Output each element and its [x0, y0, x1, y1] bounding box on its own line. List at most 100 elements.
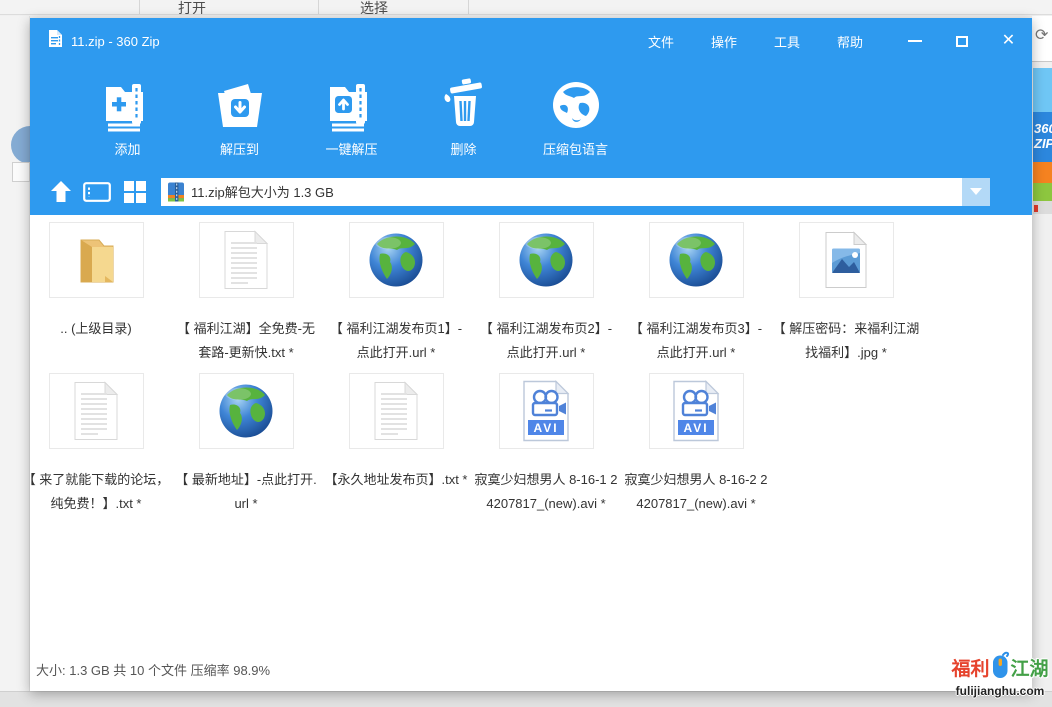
file-item[interactable]: 【 福利江湖发布页3】- 点此打开.url * — [621, 222, 771, 373]
jpg-file-icon[interactable] — [799, 222, 894, 298]
status-bar: 大小: 1.3 GB 共 10 个文件 压缩率 98.9% — [30, 650, 1032, 691]
close-button[interactable]: ✕ — [985, 18, 1032, 64]
tool-label: 添加 — [114, 139, 140, 158]
file-name: 寂寞少妇想男人 8-16-1 24207817_(new).avi * — [471, 468, 621, 516]
360zip-logo-base — [1033, 201, 1052, 214]
file-name: 【 福利江湖发布页1】- 点此打开.url * — [321, 317, 471, 365]
url-file-icon[interactable] — [499, 222, 594, 298]
address-input[interactable] — [161, 178, 962, 206]
archive-language-icon — [549, 74, 603, 136]
folder-file-icon[interactable] — [49, 222, 144, 298]
red-mark — [1034, 205, 1038, 212]
file-name: 【 来了就能下载的论坛，纯免费！】.txt * — [30, 468, 171, 516]
background-right-panel: ⟳ 360 ZIP — [1032, 16, 1052, 692]
maximize-button[interactable] — [938, 18, 985, 64]
background-left-panel — [0, 16, 30, 692]
menu-help[interactable]: 帮助 — [837, 32, 863, 51]
tool-label: 解压到 — [220, 139, 259, 158]
one-click-extract-button[interactable]: 一键解压 — [304, 64, 399, 168]
add-button[interactable]: 添加 — [80, 64, 175, 168]
file-item[interactable]: 【 解压密码：来福利江湖找福利】.jpg * — [771, 222, 921, 373]
background-button-fragment — [12, 162, 30, 182]
watermark-domain: fulijianghu.com — [950, 684, 1050, 698]
status-text: 大小: 1.3 GB 共 10 个文件 压缩率 98.9% — [30, 650, 1032, 679]
extract-to-icon — [212, 74, 268, 136]
file-name: 【永久地址发布页】.txt * — [321, 468, 471, 492]
menu-bar: 文件 操作 工具 帮助 — [648, 18, 863, 64]
panel-view-button[interactable] — [80, 182, 114, 202]
360zip-logo-line1: 360 — [1034, 121, 1052, 136]
refresh-icon[interactable]: ⟳ — [1032, 16, 1052, 62]
360zip-logo-orange-stripe — [1033, 162, 1052, 183]
file-item[interactable]: AVI 寂寞少妇想男人 8-16-1 24207817_(new).avi * — [471, 373, 621, 524]
chevron-down-icon — [970, 188, 982, 195]
avi-file-icon[interactable]: AVI — [499, 373, 594, 449]
url-file-icon[interactable] — [649, 222, 744, 298]
divider — [139, 0, 140, 15]
address-dropdown-button[interactable] — [962, 178, 990, 206]
delete-button[interactable]: 删除 — [416, 64, 511, 168]
svg-text:AVI: AVI — [683, 421, 708, 435]
tool-label: 一键解压 — [325, 139, 377, 158]
zip-file-icon — [166, 182, 186, 202]
360zip-logo-green-stripe — [1033, 183, 1052, 201]
menu-tools[interactable]: 工具 — [774, 32, 800, 51]
avi-file-icon[interactable]: AVI — [649, 373, 744, 449]
fulijianghu-watermark: 福利 江湖 fulijianghu.com — [950, 650, 1050, 698]
360zip-logo-line2: ZIP — [1034, 136, 1052, 151]
file-item[interactable]: .. (上级目录) — [30, 222, 171, 373]
window-title: 11.zip - 360 Zip — [71, 34, 160, 49]
file-item[interactable]: 【 福利江湖】全免费-无套路-更新快.txt * — [171, 222, 321, 373]
file-item[interactable]: 【 福利江湖发布页1】- 点此打开.url * — [321, 222, 471, 373]
file-name: 【 解压密码：来福利江湖找福利】.jpg * — [771, 317, 921, 365]
zip-document-icon — [48, 29, 63, 53]
tool-label: 压缩包语言 — [543, 139, 608, 158]
svg-text:AVI: AVI — [533, 421, 558, 435]
txt-file-icon[interactable] — [349, 373, 444, 449]
menu-operate[interactable]: 操作 — [711, 32, 737, 51]
menu-file[interactable]: 文件 — [648, 32, 674, 51]
background-toolbar: 打开 选择 — [0, 0, 1052, 15]
up-directory-button[interactable] — [48, 181, 74, 202]
file-item[interactable]: AVI寂寞少妇想男人 8-16-2 24207817_(new).avi * — [621, 373, 771, 524]
360zip-window: 11.zip - 360 Zip 文件 操作 工具 帮助 ✕ — [30, 18, 1032, 691]
watermark-text-green: 江湖 — [1011, 654, 1049, 681]
file-name: .. (上级目录) — [30, 317, 171, 341]
file-list-area: .. (上级目录)【 福利江湖】全免费-无套路-更新快.txt *【 福利江湖发… — [30, 215, 1032, 650]
background-tab-select[interactable]: 选择 — [360, 0, 388, 15]
extract-to-button[interactable]: 解压到 — [192, 64, 287, 168]
360zip-logo-top — [1033, 68, 1052, 112]
file-item[interactable]: 【永久地址发布页】.txt * — [321, 373, 471, 524]
background-bottom-strip — [0, 691, 1052, 707]
screen: 打开 选择 ⟳ 360 ZIP — [0, 0, 1052, 707]
delete-icon — [437, 74, 491, 136]
window-controls: ✕ — [891, 18, 1032, 64]
divider — [318, 0, 319, 15]
background-tab-open[interactable]: 打开 — [178, 0, 206, 15]
title-bar: 11.zip - 360 Zip 文件 操作 工具 帮助 ✕ — [30, 18, 1032, 64]
url-file-icon[interactable] — [199, 373, 294, 449]
file-item[interactable]: 【 最新地址】-点此打开.url * — [171, 373, 321, 524]
360zip-logo-text: 360 ZIP — [1033, 112, 1052, 162]
minimize-button[interactable] — [891, 18, 938, 64]
url-file-icon[interactable] — [349, 222, 444, 298]
file-grid: .. (上级目录)【 福利江湖】全免费-无套路-更新快.txt *【 福利江湖发… — [30, 215, 1032, 524]
archive-language-button[interactable]: 压缩包语言 — [528, 64, 623, 168]
tool-label: 删除 — [450, 139, 476, 158]
file-item[interactable]: 【 福利江湖发布页2】- 点此打开.url * — [471, 222, 621, 373]
file-name: 【 最新地址】-点此打开.url * — [171, 468, 321, 516]
mouse-icon — [991, 650, 1010, 684]
grid-view-button[interactable] — [120, 180, 150, 204]
txt-file-icon[interactable] — [49, 373, 144, 449]
360zip-logo: 360 ZIP — [1033, 68, 1052, 214]
file-name: 【 福利江湖发布页3】- 点此打开.url * — [621, 317, 771, 365]
file-name: 【 福利江湖】全免费-无套路-更新快.txt * — [171, 317, 321, 365]
divider — [468, 0, 469, 15]
main-toolbar: 添加 解压到 — [30, 64, 1032, 168]
txt-file-icon[interactable] — [199, 222, 294, 298]
file-item[interactable]: 【 来了就能下载的论坛，纯免费！】.txt * — [30, 373, 171, 524]
add-archive-icon — [101, 74, 155, 136]
address-bar — [30, 168, 1032, 215]
one-click-extract-icon — [325, 74, 379, 136]
watermark-text-red: 福利 — [951, 654, 989, 681]
